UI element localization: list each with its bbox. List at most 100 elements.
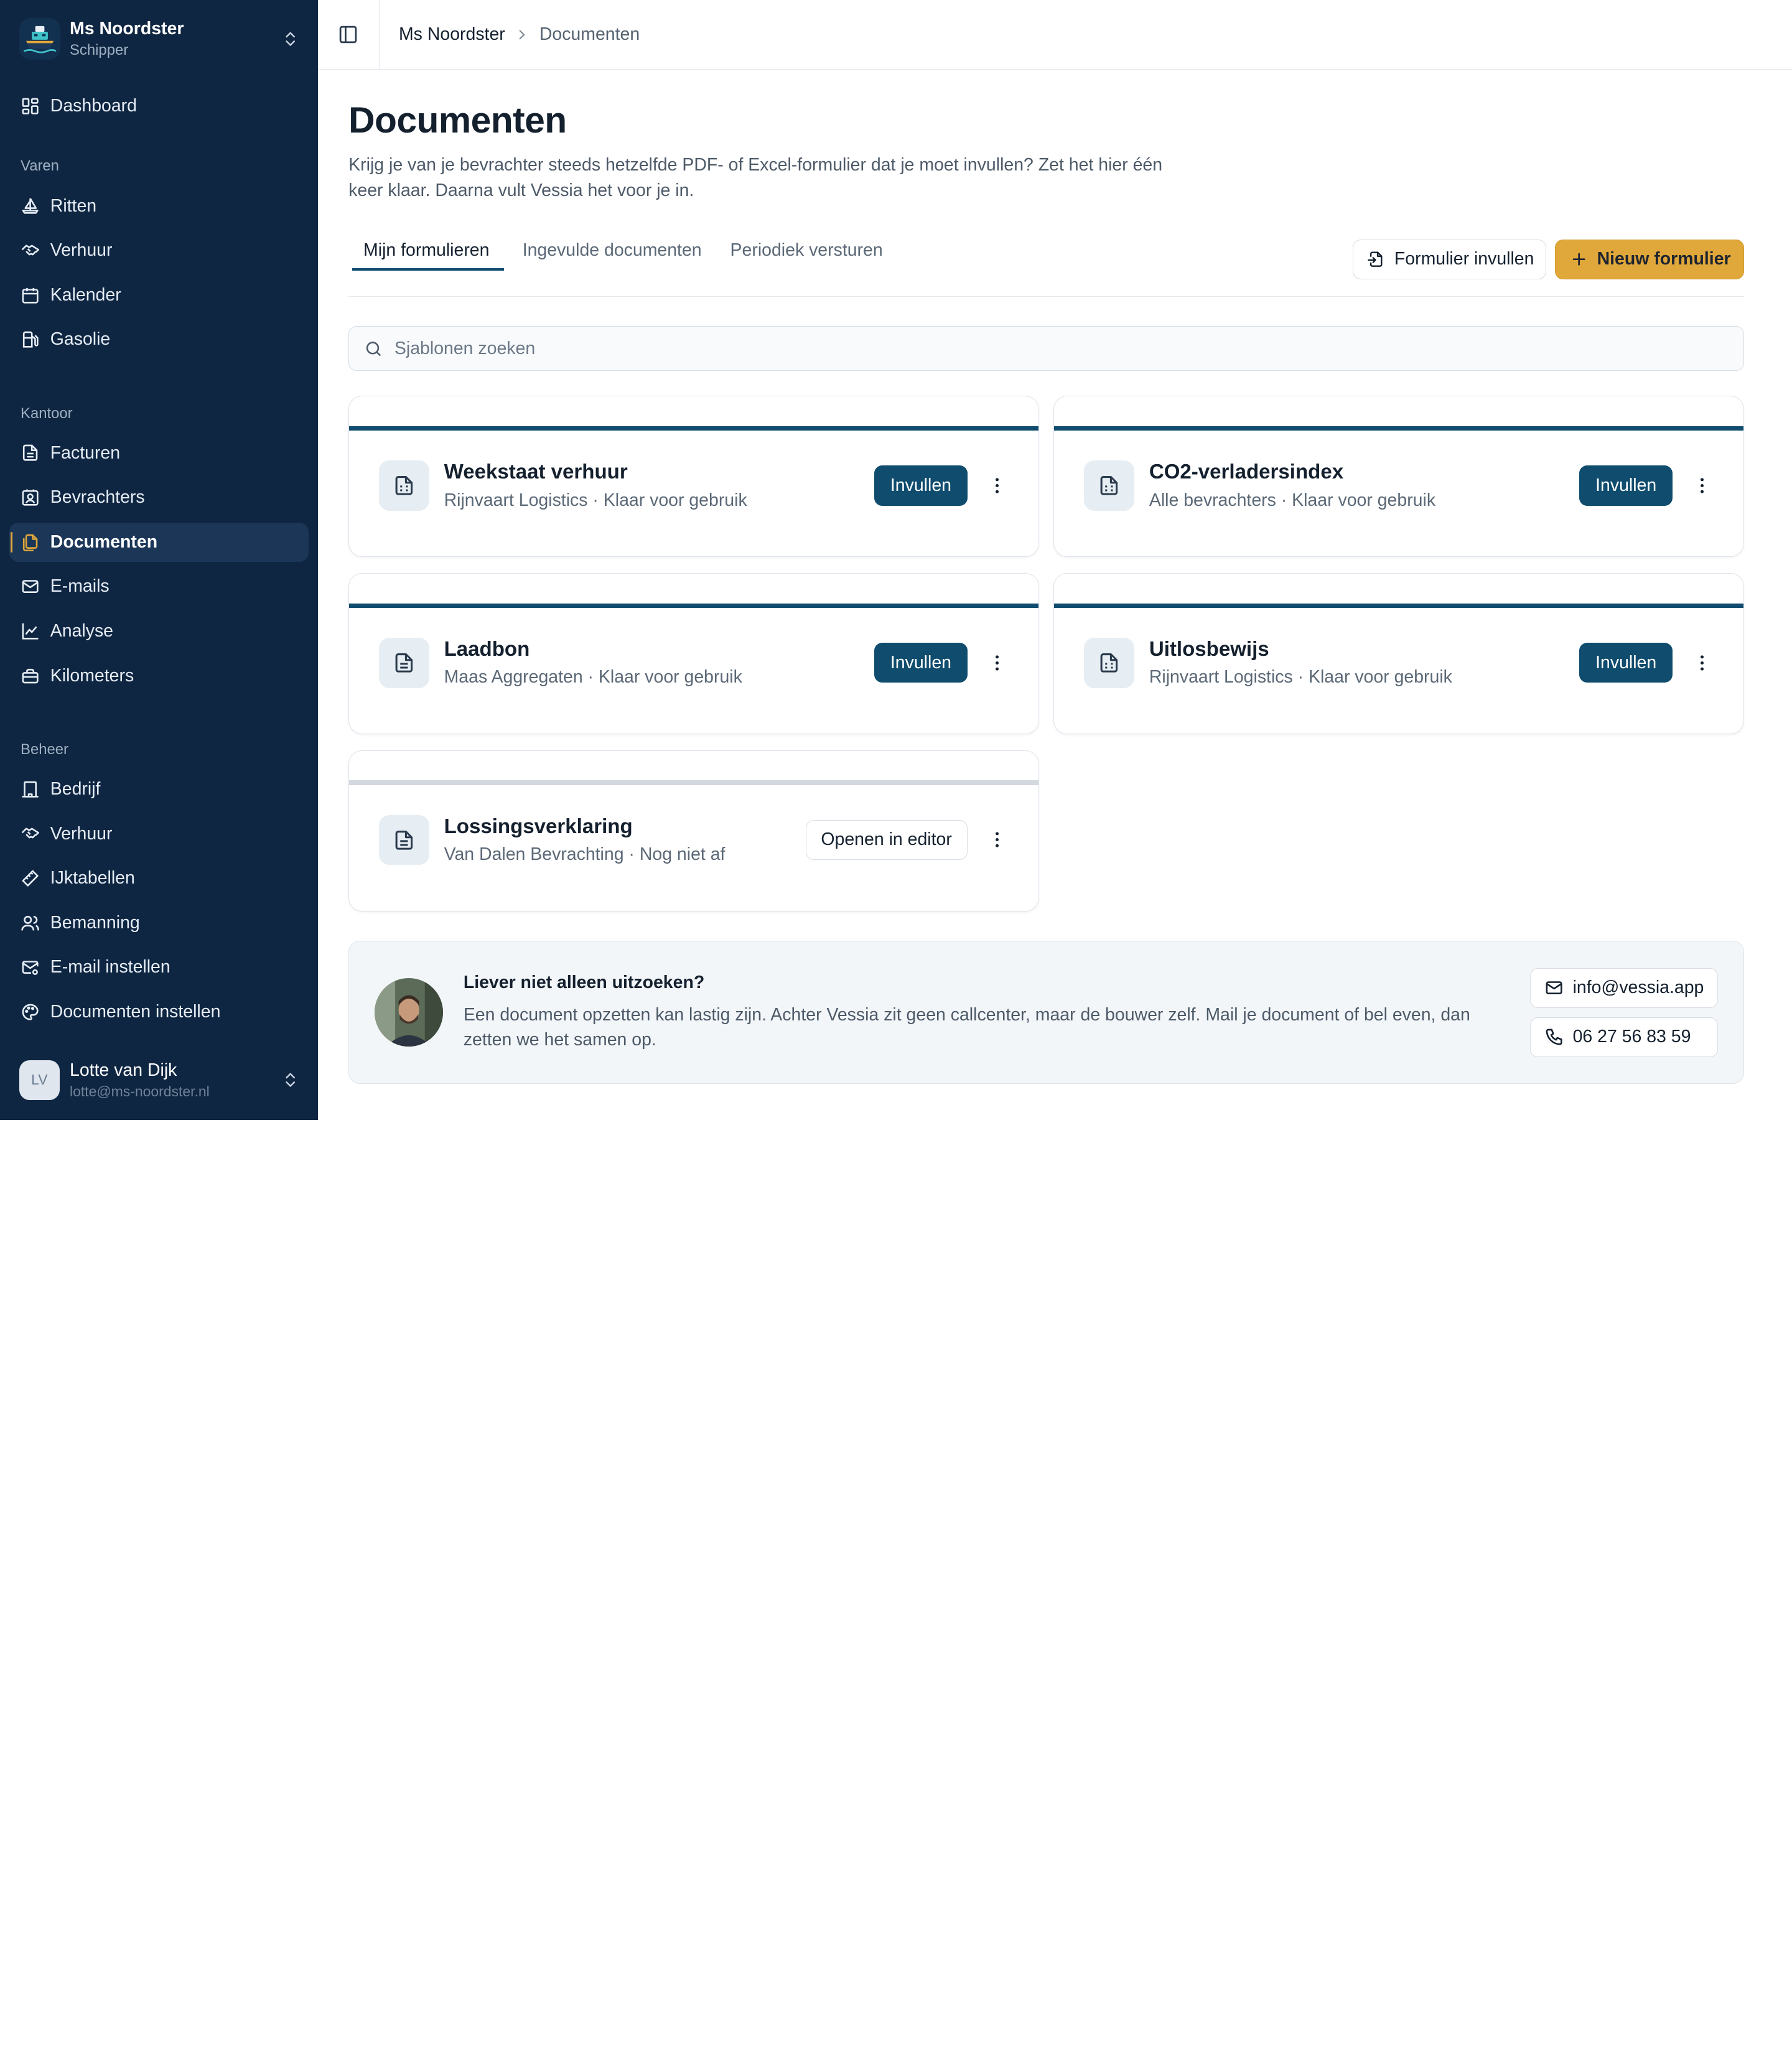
sidebar-item-analyse[interactable]: Analyse (9, 612, 309, 650)
card-meta: Maas Aggregaten · Klaar voor gebruik (444, 667, 742, 688)
sidebar-item-label: Bevrachters (50, 487, 145, 508)
sidebar-item-email-instellen[interactable]: E-mail instellen (9, 948, 309, 987)
fill-button[interactable]: Invullen (1579, 643, 1673, 683)
fill-button[interactable]: Invullen (1579, 465, 1673, 506)
new-form-label: Nieuw formulier (1597, 249, 1731, 269)
sidebar-item-documenten[interactable]: Documenten (9, 523, 309, 562)
phone-icon (1546, 1028, 1562, 1045)
sidebar-item-label: Bedrijf (50, 778, 101, 799)
users-icon (21, 915, 39, 931)
sidebar-item-label: Verhuur (50, 823, 113, 844)
file-text-icon (22, 445, 38, 462)
sidebar: Ms Noordster Schipper Dashboard Varen Ri… (0, 0, 318, 1120)
card-title: CO2-verladersindex (1149, 460, 1344, 484)
top-bar: Ms Noordster Documenten (317, 0, 1792, 70)
form-card: Laadbon Maas Aggregaten · Klaar voor geb… (348, 573, 1039, 734)
card-accent-bar (1054, 603, 1743, 609)
main-area: Ms Noordster Documenten Documenten Krijg… (317, 0, 1792, 1120)
new-form-button[interactable]: Nieuw formulier (1555, 239, 1744, 279)
help-callout: Liever niet alleen uitzoeken? Een docume… (348, 941, 1744, 1084)
line-chart-icon (22, 623, 39, 640)
sidebar-item-label: Verhuur (50, 240, 113, 261)
sidebar-item-ritten[interactable]: Ritten (9, 187, 309, 225)
ship-logo-icon (19, 18, 61, 60)
search-icon (366, 341, 381, 356)
sidebar-item-bemanning[interactable]: Bemanning (9, 903, 309, 942)
template-search (348, 326, 1744, 371)
sidebar-item-label: Documenten instellen (50, 1001, 221, 1022)
org-switcher[interactable]: Ms Noordster Schipper (0, 0, 318, 78)
form-card: CO2-verladersindex Alle bevrachters · Kl… (1053, 396, 1744, 557)
page-description: Krijg je van je bevrachter steeds hetzel… (348, 155, 1163, 200)
email-support-button[interactable]: info@vessia.app (1529, 968, 1719, 1008)
sidebar-item-facturen[interactable]: Facturen (9, 434, 309, 472)
file-spreadsheet-icon (1084, 637, 1134, 688)
search-input[interactable] (394, 338, 1729, 359)
sidebar-item-label: Ritten (50, 195, 97, 216)
sidebar-item-kilometers[interactable]: Kilometers (9, 656, 309, 695)
file-text-icon (378, 637, 429, 688)
card-accent-bar (1054, 426, 1743, 431)
form-card: Lossingsverklaring Van Dalen Bevrachting… (348, 750, 1039, 912)
mail-icon (22, 580, 39, 594)
sidebar-item-verhuur-beheer[interactable]: Verhuur (9, 814, 309, 853)
sidebar-item-label: Analyse (50, 621, 114, 641)
open-editor-button[interactable]: Openen in editor (805, 819, 968, 861)
sidebar-item-kalender[interactable]: Kalender (9, 276, 309, 314)
support-phone: 06 27 56 83 59 (1572, 1027, 1691, 1047)
dashboard-icon (22, 98, 39, 114)
sidebar-item-label: E-mail instellen (50, 957, 170, 977)
more-vertical-icon[interactable] (983, 643, 1010, 683)
file-text-icon (378, 814, 429, 865)
sidebar-item-documenten-instellen[interactable]: Documenten instellen (9, 992, 309, 1031)
card-title: Weekstaat verhuur (444, 460, 628, 484)
user-name: Lotte van Dijk (70, 1060, 177, 1080)
palette-icon (22, 1004, 39, 1020)
sidebar-item-bedrijf[interactable]: Bedrijf (9, 770, 309, 808)
tab-bar: Mijn formulieren Ingevulde documenten Pe… (348, 227, 1744, 297)
tab-mijn-formulieren[interactable]: Mijn formulieren (348, 227, 505, 271)
tab-periodiek-versturen[interactable]: Periodiek versturen (716, 227, 898, 268)
mail-settings-icon (22, 961, 39, 976)
nav-section-beheer: Beheer (21, 740, 68, 758)
support-avatar (374, 978, 443, 1047)
contact-icon (22, 489, 39, 506)
sidebar-item-label: IJktabellen (50, 868, 135, 889)
org-role: Schipper (70, 41, 129, 58)
nav-section-varen: Varen (21, 157, 59, 175)
sidebar-item-verhuur[interactable]: Verhuur (9, 231, 309, 269)
more-vertical-icon[interactable] (1689, 643, 1716, 683)
fill-form-button[interactable]: Formulier invullen (1352, 239, 1546, 279)
briefcase-icon (22, 668, 39, 683)
page-title: Documenten (348, 100, 567, 141)
handshake-icon (21, 245, 39, 256)
more-vertical-icon[interactable] (983, 820, 1010, 860)
tab-ingevulde-documenten[interactable]: Ingevulde documenten (508, 227, 717, 268)
sidebar-item-ijktabellen[interactable]: IJktabellen (9, 859, 309, 897)
card-title: Laadbon (444, 638, 530, 661)
user-avatar: LV (19, 1060, 60, 1100)
more-vertical-icon[interactable] (1689, 465, 1716, 505)
user-menu[interactable]: LV Lotte van Dijk lotte@ms-noordster.nl (0, 1040, 318, 1120)
sidebar-item-label: Facturen (50, 442, 121, 463)
sidebar-item-label: Kalender (50, 284, 121, 305)
support-email: info@vessia.app (1572, 977, 1704, 998)
sidebar-item-bevrachters[interactable]: Bevrachters (9, 478, 309, 516)
breadcrumb-root-link[interactable]: Ms Noordster (399, 24, 505, 45)
help-description: Een document opzetten kan lastig zijn. A… (463, 1004, 1470, 1050)
file-spreadsheet-icon (1084, 460, 1134, 511)
sidebar-item-dashboard[interactable]: Dashboard (9, 87, 309, 126)
chevrons-up-down-icon (281, 30, 299, 48)
card-meta: Alle bevrachters · Klaar voor gebruik (1149, 490, 1436, 510)
fill-button[interactable]: Invullen (874, 643, 968, 683)
more-vertical-icon[interactable] (983, 465, 1010, 505)
call-support-button[interactable]: 06 27 56 83 59 (1529, 1017, 1719, 1057)
panel-left-icon (339, 26, 357, 44)
sidebar-item-emails[interactable]: E-mails (9, 567, 309, 606)
fill-button[interactable]: Invullen (874, 465, 968, 506)
sailboat-icon (22, 198, 39, 215)
sidebar-toggle-button[interactable] (318, 0, 380, 70)
card-accent-bar (349, 603, 1038, 609)
sidebar-item-gasolie[interactable]: Gasolie (9, 320, 309, 359)
building-icon (22, 781, 39, 798)
